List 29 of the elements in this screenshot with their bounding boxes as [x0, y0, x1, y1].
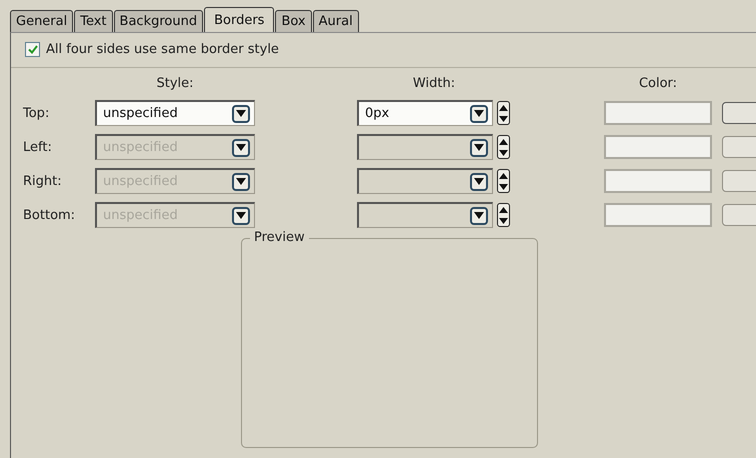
color-field[interactable] [604, 169, 712, 193]
spinner-arrows-icon[interactable] [497, 203, 510, 227]
tab[interactable]: Box [275, 10, 312, 32]
tab[interactable]: Aural [312, 10, 359, 32]
column-header: Color: [638, 76, 678, 92]
color-field[interactable] [604, 135, 712, 159]
spinner-arrows-icon[interactable] [497, 101, 510, 125]
color-picker-button[interactable] [722, 102, 756, 124]
color-picker-button[interactable] [722, 136, 756, 158]
tab[interactable]: Borders [204, 7, 274, 32]
row-label: Top: [23, 106, 50, 120]
spinner-arrows-icon[interactable] [497, 169, 510, 193]
color-picker-button[interactable] [722, 204, 756, 226]
tab[interactable]: General [10, 10, 74, 32]
checkbox[interactable] [25, 42, 40, 56]
row-label: Right: [23, 174, 63, 188]
color-picker-button[interactable] [722, 170, 756, 192]
color-field[interactable] [604, 203, 712, 227]
tab[interactable]: Background [114, 10, 204, 32]
row-label: Left: [23, 140, 53, 154]
spinner-arrows-icon[interactable] [497, 135, 510, 159]
column-header: Style: [155, 76, 195, 92]
checkbox-label[interactable]: All four sides use same border style [46, 42, 279, 56]
tab[interactable]: Text [74, 10, 113, 32]
dropdown-field[interactable]: 0px [357, 100, 493, 126]
dropdown-field[interactable]: unspecified [95, 100, 255, 126]
column-header: Width: [412, 76, 456, 92]
row-label: Bottom: [23, 208, 76, 222]
color-field[interactable] [604, 101, 712, 125]
